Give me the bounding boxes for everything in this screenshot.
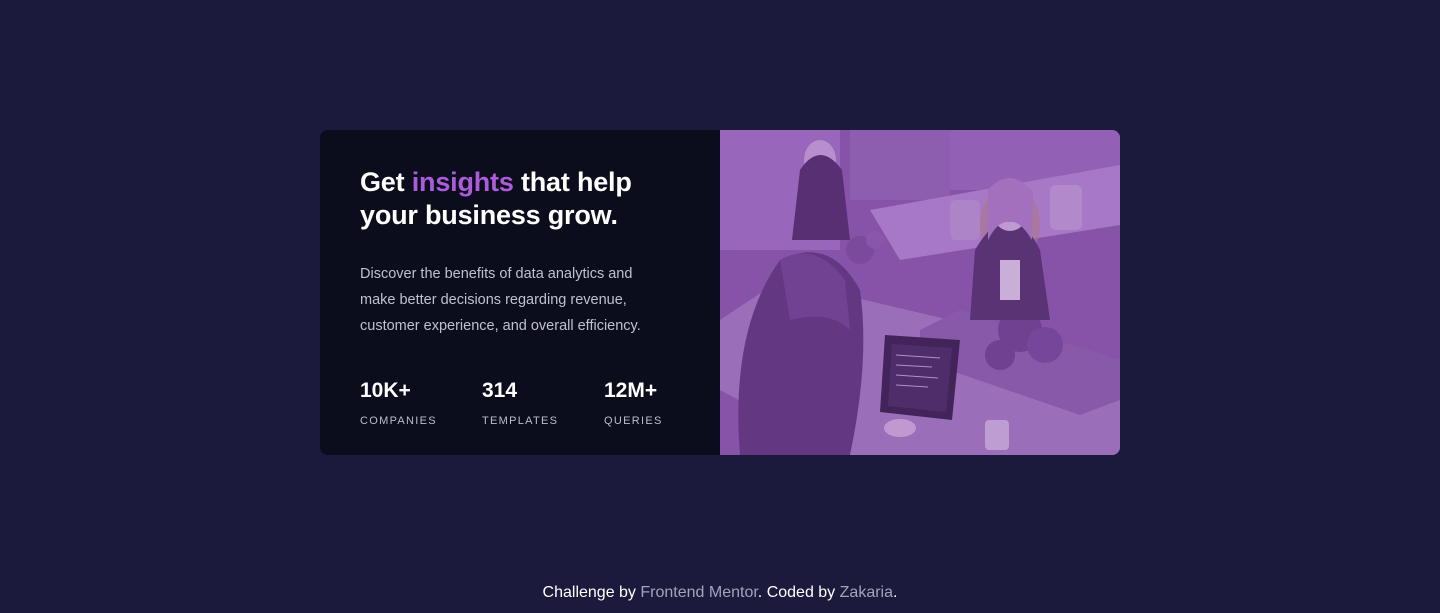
frontend-mentor-link[interactable]: Frontend Mentor: [640, 584, 757, 601]
stats-row: 10K+ COMPANIES 314 TEMPLATES 12M+ QUERIE…: [360, 378, 726, 428]
stat-queries: 12M+ QUERIES: [604, 378, 726, 428]
card-headline: Get insights that help your business gro…: [360, 166, 680, 232]
headline-accent-word: insights: [411, 167, 514, 197]
headline-prefix: Get: [360, 167, 405, 197]
office-photo-illustration: [720, 130, 1120, 455]
attribution-footer: Challenge by Frontend Mentor. Coded by Z…: [0, 582, 1440, 604]
stat-label: QUERIES: [604, 415, 663, 427]
card-text-panel: Get insights that help your business gro…: [320, 130, 720, 455]
attribution-prefix: Challenge by: [542, 584, 636, 601]
attribution-middle: . Coded by: [757, 584, 836, 601]
stat-value: 10K+: [360, 379, 411, 402]
card-description: Discover the benefits of data analytics …: [360, 266, 641, 334]
stat-value: 314: [482, 379, 518, 402]
stat-value: 12M+: [604, 379, 658, 402]
stat-companies: 10K+ COMPANIES: [360, 378, 482, 428]
stat-label: TEMPLATES: [482, 415, 559, 427]
stat-label: COMPANIES: [360, 415, 437, 427]
stats-preview-card: Get insights that help your business gro…: [320, 130, 1120, 455]
attribution-suffix: .: [893, 584, 898, 601]
stat-templates: 314 TEMPLATES: [482, 378, 604, 428]
office-photo-image: [720, 130, 1120, 455]
author-link[interactable]: Zakaria: [840, 584, 893, 601]
